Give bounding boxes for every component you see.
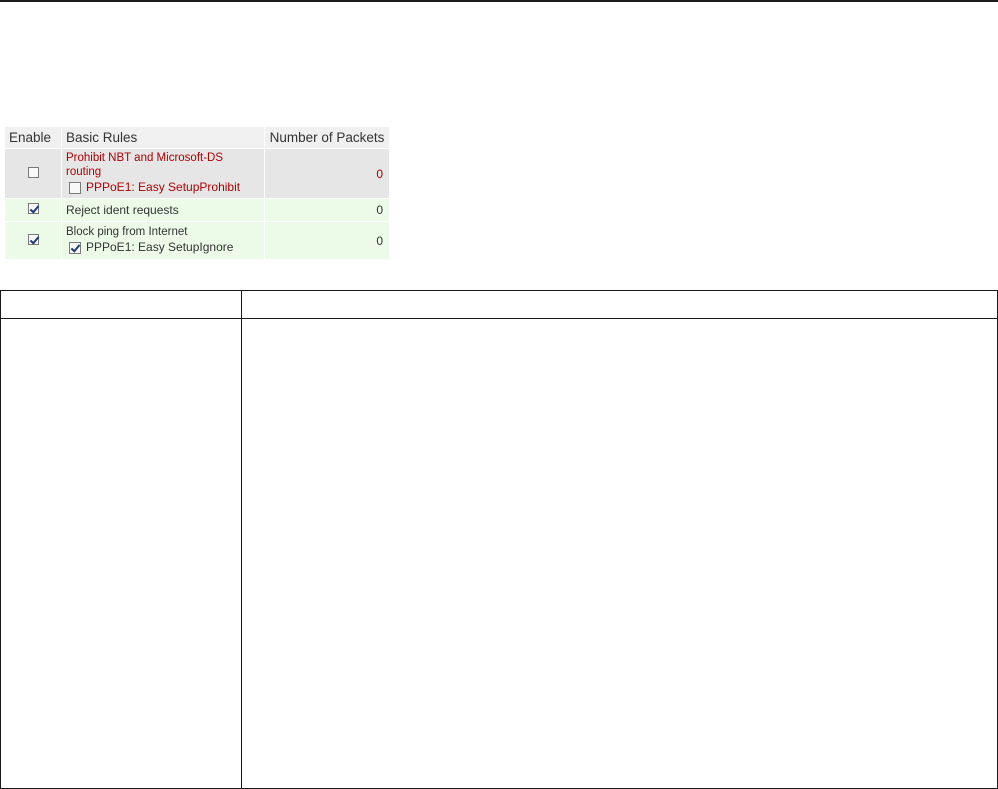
rule-name: Reject ident requests xyxy=(66,203,179,217)
packets-count: 0 xyxy=(265,222,389,259)
interface-checkbox[interactable] xyxy=(69,181,81,194)
basic-rules-table: Enable Basic Rules Number of Packets Pro… xyxy=(4,126,390,260)
rule-interface: PPPoE1: Easy SetupProhibit xyxy=(66,179,260,196)
rule-interface-label: PPPoE1: Easy SetupIgnore xyxy=(86,240,234,254)
table-header-row: Enable Basic Rules Number of Packets xyxy=(5,127,389,148)
table-row: Prohibit NBT and Microsoft-DS routing PP… xyxy=(5,149,389,198)
top-rule xyxy=(0,0,998,2)
interface-checkbox[interactable] xyxy=(69,241,81,254)
table-row: Block ping from Internet PPPoE1: Easy Se… xyxy=(5,222,389,259)
enable-checkbox[interactable] xyxy=(27,166,39,178)
enable-cell xyxy=(5,149,61,198)
rule-cell: Prohibit NBT and Microsoft-DS routing PP… xyxy=(62,149,264,198)
rule-name: Prohibit NBT and Microsoft-DS routing xyxy=(66,152,224,178)
header-basic-rules: Basic Rules xyxy=(62,127,264,148)
rule-name: Block ping from Internet xyxy=(66,226,188,238)
table-row: Reject ident requests 0 xyxy=(5,199,389,221)
enable-cell xyxy=(5,199,61,221)
grid-header-row xyxy=(1,291,997,319)
enable-cell xyxy=(5,222,61,259)
grid-column-divider xyxy=(241,291,242,788)
packets-count: 0 xyxy=(265,149,389,198)
rule-cell: Block ping from Internet PPPoE1: Easy Se… xyxy=(62,222,264,259)
enable-checkbox[interactable] xyxy=(27,233,39,245)
rule-interface: PPPoE1: Easy SetupIgnore xyxy=(66,239,260,256)
header-number-of-packets: Number of Packets xyxy=(265,127,389,148)
rule-cell: Reject ident requests xyxy=(62,199,264,221)
packets-count: 0 xyxy=(265,199,389,221)
empty-grid-table xyxy=(0,290,998,789)
rule-interface-label: PPPoE1: Easy SetupProhibit xyxy=(86,180,241,194)
header-enable: Enable xyxy=(5,127,61,148)
enable-checkbox[interactable] xyxy=(27,203,39,214)
